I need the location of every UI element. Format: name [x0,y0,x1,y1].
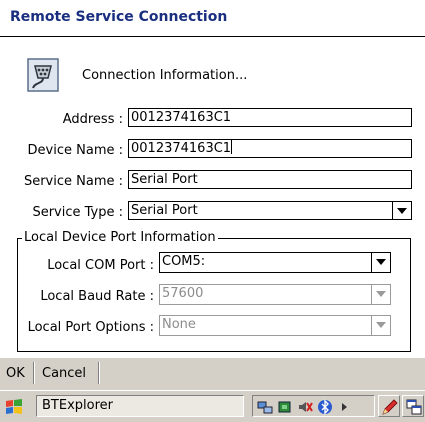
menu-separator [33,362,34,384]
com-port-select[interactable]: COM5: [159,252,391,273]
serial-connector-icon [27,58,59,92]
windows-switch-icon[interactable] [402,395,424,417]
com-port-value: COM5: [162,254,206,269]
port-options-dropdown-button[interactable] [371,316,390,335]
com-port-label: Local COM Port : [47,258,154,273]
port-options-select[interactable]: None [159,315,391,336]
baud-rate-dropdown-button[interactable] [371,285,390,304]
device-name-field[interactable]: 0012374163C1 [128,139,412,158]
chevron-down-icon [376,322,386,328]
address-label: Address : [62,112,123,127]
service-name-field[interactable]: Serial Port [128,170,412,189]
service-name-value: Serial Port [131,172,198,187]
task-button-btexplorer[interactable]: BTExplorer [36,395,244,417]
port-options-label: Local Port Options : [27,320,154,335]
menu-bar: OK Cancel [0,357,425,391]
service-type-label: Service Type : [32,205,123,220]
menu-separator [98,362,99,384]
window-title: Remote Service Connection [10,9,228,25]
connection-info-label: Connection Information... [82,68,248,83]
network-icon[interactable] [257,399,273,415]
title-divider [0,36,425,37]
bluetooth-icon[interactable] [317,399,333,415]
baud-rate-select[interactable]: 57600 [159,284,391,305]
service-type-value: Serial Port [131,203,198,218]
title-bar: Remote Service Connection [0,0,425,36]
device-name-label: Device Name : [27,143,123,158]
system-tray [252,395,375,417]
speaker-icon[interactable] [297,399,313,415]
baud-rate-label: Local Baud Rate : [40,289,154,304]
com-port-dropdown-button[interactable] [371,253,390,272]
text-caret [231,140,233,154]
service-name-label: Service Name : [23,174,123,189]
address-value: 0012374163C1 [131,110,232,125]
cancel-menu-item[interactable]: Cancel [42,366,86,381]
taskbar: BTExplorer [0,390,425,422]
service-type-select[interactable]: Serial Port [128,201,412,220]
baud-rate-value: 57600 [162,286,204,301]
task-button-label: BTExplorer [42,398,113,413]
bluetooth-device-icon[interactable] [277,399,293,415]
port-options-value: None [162,317,196,332]
chevron-down-icon [376,291,386,297]
windows-flag-icon[interactable] [4,397,24,417]
service-type-dropdown-button[interactable] [392,202,411,219]
device-name-value: 0012374163C1 [131,141,232,156]
chevron-down-icon [397,208,407,214]
ok-menu-item[interactable]: OK [6,366,25,381]
address-field[interactable]: 0012374163C1 [128,108,412,127]
chevron-down-icon [376,259,386,265]
local-port-group-legend: Local Device Port Information [22,230,218,245]
arrow-right-icon[interactable] [337,399,353,415]
pen-icon[interactable] [378,395,400,417]
